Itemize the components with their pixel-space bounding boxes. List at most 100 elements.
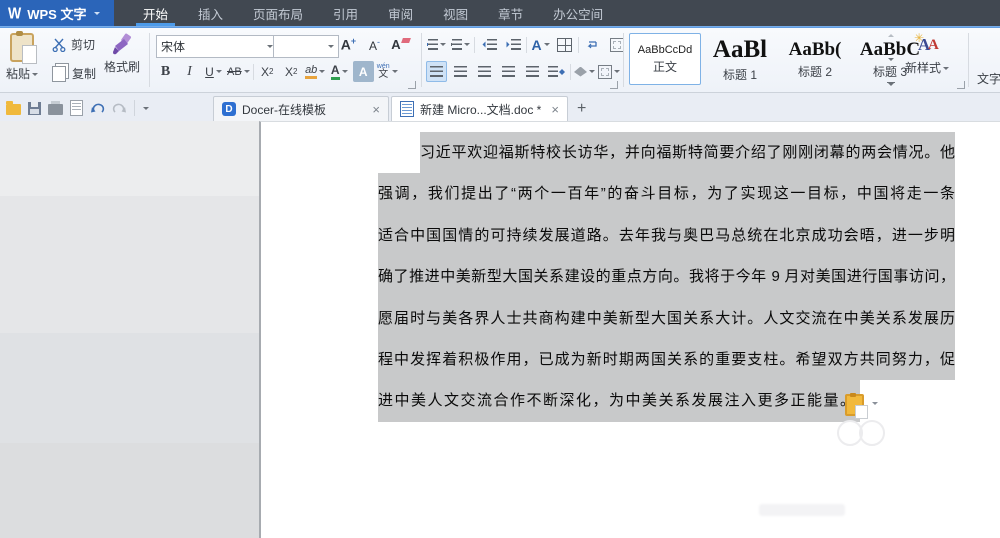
justify-button[interactable] (498, 61, 519, 82)
redo-icon[interactable] (112, 102, 127, 115)
grow-font-button[interactable]: A+ (338, 34, 359, 55)
new-tab-button[interactable]: + (568, 100, 595, 121)
open-folder-icon[interactable] (6, 101, 21, 115)
left-panel (0, 121, 259, 196)
underline-button[interactable]: U (203, 61, 224, 82)
show-marks-button[interactable] (582, 34, 603, 55)
selected-paragraph[interactable]: 习近平欢迎福斯特校长访华，并向福斯特简要介绍了刚刚闭幕的两会情况。他 强调，我们… (378, 132, 955, 422)
print-icon[interactable] (48, 101, 63, 115)
styles-dialog-launcher[interactable] (957, 81, 965, 89)
subscript-button[interactable]: X2 (281, 61, 302, 82)
faint-circle-shape (859, 420, 885, 446)
table-grid-icon (557, 37, 572, 52)
text-tool-group-button[interactable]: 文字工具 (977, 70, 1000, 87)
strikethrough-button[interactable]: AB (227, 61, 250, 82)
superscript-button[interactable]: X2 (257, 61, 278, 82)
cut-label: 剪切 (71, 38, 96, 52)
styles-scroll-up[interactable] (888, 34, 894, 37)
text-tool-label: 文字工具 (977, 72, 1000, 86)
char-shading-button[interactable]: A (352, 61, 374, 82)
text-tool-button[interactable]: A (530, 34, 551, 55)
bold-button[interactable]: B (155, 61, 176, 82)
phonetic-guide-button[interactable]: wén 文 (377, 61, 398, 82)
tab-home[interactable]: 开始 (128, 0, 183, 26)
style-name: 标题 2 (797, 64, 832, 79)
cut-button[interactable]: 剪切 (52, 36, 95, 53)
paint-bucket-icon (574, 66, 587, 77)
highlight-color-button[interactable]: ab (305, 61, 326, 82)
bullets-button[interactable] (426, 34, 447, 55)
line-spacing-button[interactable] (546, 61, 567, 82)
paste-button[interactable]: 粘贴 (6, 31, 39, 82)
decrease-indent-button[interactable] (478, 34, 499, 55)
tab-view[interactable]: 视图 (428, 0, 483, 26)
paste-options-icon (845, 393, 868, 419)
document-icon (400, 101, 414, 117)
style-heading2[interactable]: AaBb( 标题 2 (779, 33, 851, 85)
tab-page-layout[interactable]: 页面布局 (238, 0, 318, 26)
font-size-select[interactable] (273, 35, 339, 58)
tab-workspace[interactable]: 办公空间 (538, 0, 618, 26)
close-tab-icon[interactable]: × (372, 102, 380, 117)
shading-button[interactable] (574, 61, 595, 82)
format-painter-label: 格式刷 (104, 60, 141, 74)
tab-section[interactable]: 章节 (483, 0, 538, 26)
insert-table-button[interactable] (554, 34, 575, 55)
save-icon[interactable] (28, 101, 41, 115)
text-line: 确了推进中美新型大国关系建设的重点方向。我将于今年 9 月对美国进行国事访问， (378, 256, 955, 298)
wps-logo-icon: W (8, 4, 22, 22)
styles-scroll-down[interactable] (888, 58, 894, 61)
text-line: 适合中国国情的可持续发展道路。去年我与奥巴马总统在北京成功会晤，进一步明 (378, 214, 955, 257)
copy-button[interactable]: 复制 (52, 65, 96, 82)
tab-insert[interactable]: 插入 (183, 0, 238, 26)
paste-options-button[interactable] (845, 393, 878, 419)
font-color-button[interactable]: A (329, 61, 350, 82)
shrink-font-button[interactable]: A- (364, 34, 385, 55)
print-preview-icon[interactable] (70, 100, 83, 116)
align-right-button[interactable] (474, 61, 495, 82)
style-normal[interactable]: AaBbCcDd 正文 (629, 33, 701, 85)
document-page[interactable]: 习近平欢迎福斯特校长访华，并向福斯特简要介绍了刚刚闭幕的两会情况。他 强调，我们… (259, 121, 1000, 538)
styles-more-button[interactable] (887, 82, 895, 86)
align-right-icon (478, 66, 491, 77)
docer-icon: D (222, 102, 236, 116)
increase-indent-button[interactable] (502, 34, 523, 55)
wps-menu-button[interactable]: W WPS 文字 (0, 0, 114, 26)
numbering-button[interactable] (450, 34, 471, 55)
tab-review[interactable]: 审阅 (373, 0, 428, 26)
font-family-select[interactable]: 宋体 (156, 35, 278, 58)
tab-docer-templates[interactable]: D Docer-在线模板 × (213, 96, 389, 121)
borders-button[interactable] (598, 61, 620, 82)
chevron-down-icon (872, 402, 878, 405)
distribute-button[interactable] (522, 61, 543, 82)
tab-current-document[interactable]: 新建 Micro...文档.doc * × (391, 96, 568, 121)
align-center-button[interactable] (450, 61, 471, 82)
format-painter-button[interactable]: 格式刷 (104, 33, 140, 75)
bullets-icon (427, 39, 438, 50)
style-sample: AaBl (712, 35, 768, 63)
italic-button[interactable]: I (179, 61, 200, 82)
new-style-icon: ✳ A A (914, 31, 939, 54)
title-bar: W WPS 文字 开始 插入 页面布局 引用 审阅 视图 章节 办公空间 (0, 0, 1000, 26)
clear-format-button[interactable]: A (390, 34, 411, 55)
pinyin-icon: wén 文 (376, 63, 390, 80)
paste-icon (10, 31, 37, 64)
paragraph-dialog-launcher[interactable] (610, 81, 618, 89)
quick-access-toolbar (0, 100, 155, 121)
justify-icon (502, 66, 515, 77)
undo-icon[interactable] (90, 102, 105, 115)
font-dialog-launcher[interactable] (408, 81, 416, 89)
style-heading1[interactable]: AaBl 标题 1 (704, 33, 776, 85)
scissors-icon (52, 38, 66, 52)
align-left-button[interactable] (426, 61, 447, 82)
ribbon-tab-strip: 开始 插入 页面布局 引用 审阅 视图 章节 办公空间 (128, 0, 618, 26)
left-panel (0, 196, 259, 333)
close-tab-icon[interactable]: × (551, 102, 559, 117)
tab-references[interactable]: 引用 (318, 0, 373, 26)
new-style-button[interactable]: ✳ A A 新样式 (905, 31, 950, 76)
ribbon: 粘贴 剪切 复制 格式刷 宋体 A+ A- A B I U AB X2 X2 a… (0, 28, 1000, 93)
undo-dropdown-icon[interactable] (143, 106, 149, 110)
tab-label: Docer-在线模板 (242, 102, 327, 117)
styles-scrollbar (884, 34, 898, 86)
eraser-icon (400, 38, 411, 43)
